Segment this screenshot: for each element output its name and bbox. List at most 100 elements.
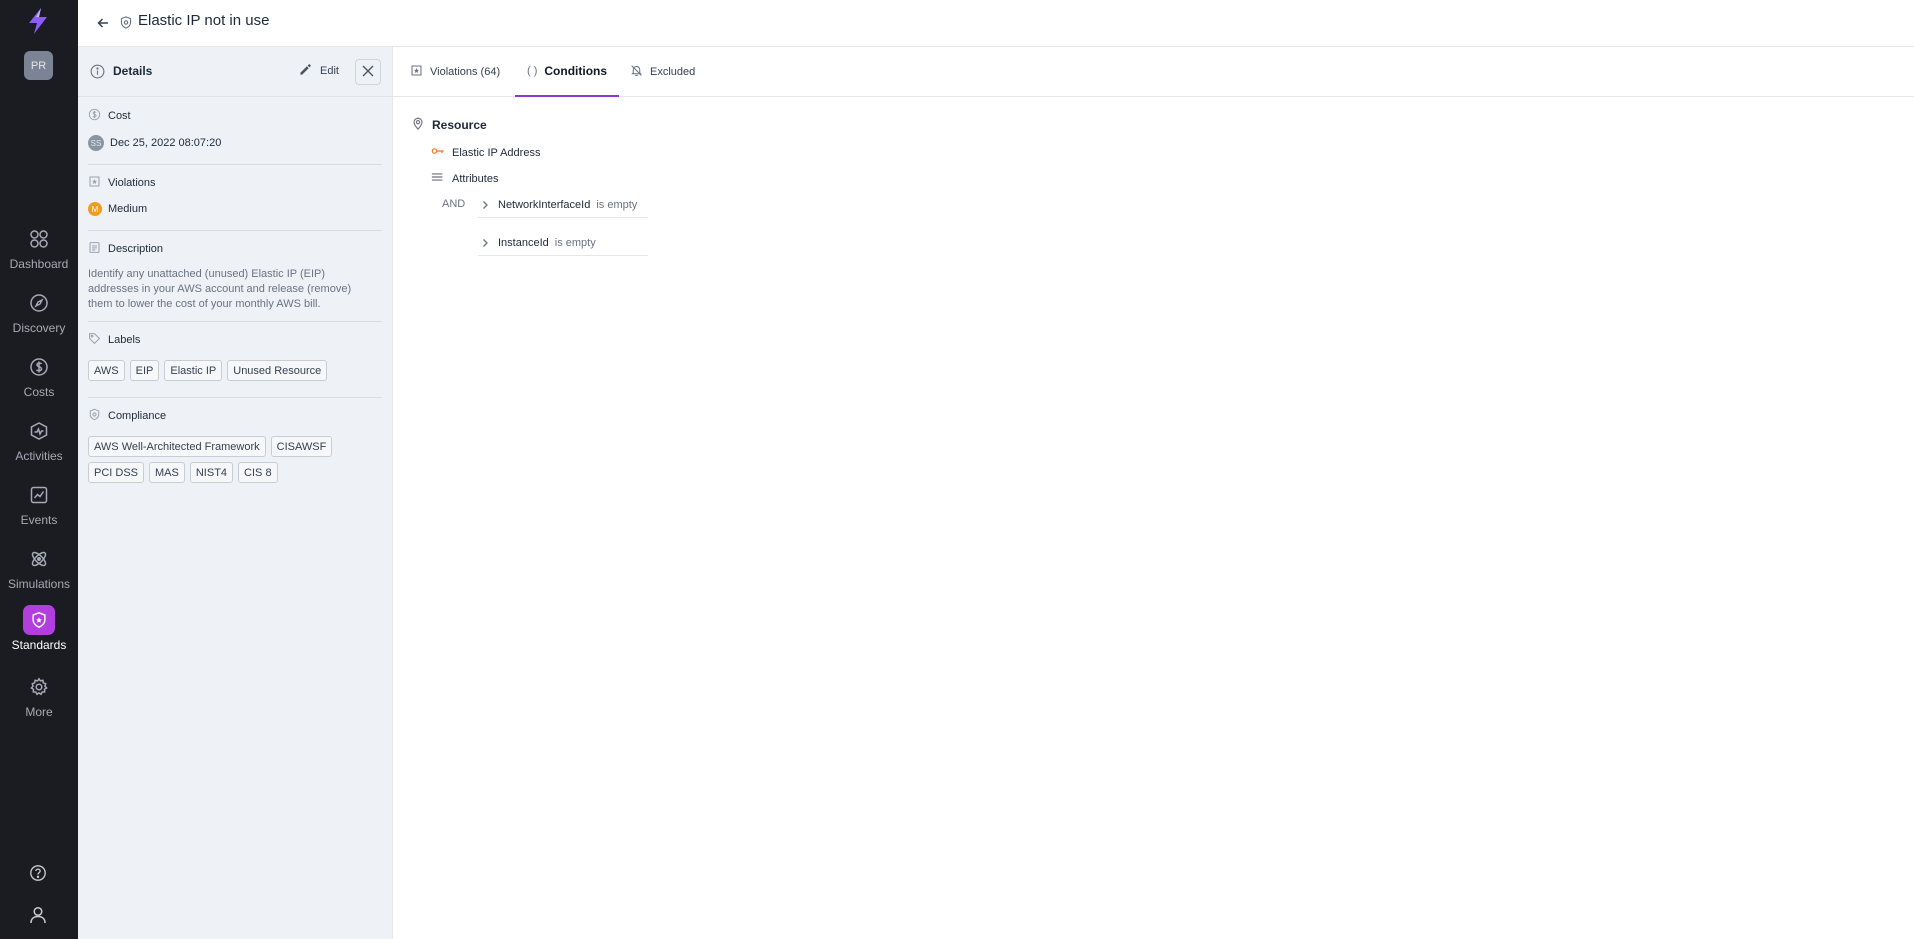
compliance-tag[interactable]: NIST4 [189, 462, 234, 483]
compliance-tag[interactable]: CIS 8 [238, 462, 278, 483]
location-pin-icon [411, 116, 425, 134]
compliance-section: Compliance AWS Well-Architected Framewor… [88, 408, 382, 483]
description-section: Description Identify any unattached (unu… [88, 241, 382, 312]
severity-badge: M [88, 202, 102, 216]
condition-field: NetworkInterfaceId [498, 198, 591, 211]
compass-icon [23, 288, 55, 318]
labels-list: AWS EIP Elastic IP Unused Resource [88, 360, 382, 381]
user-avatar: SS [88, 135, 104, 151]
conditions-panel: Resource Elastic IP Address Attributes A… [393, 97, 1914, 939]
attributes-row: Attributes [431, 172, 498, 185]
nav-label: Activities [15, 449, 63, 463]
user-profile-icon[interactable] [24, 901, 52, 929]
chart-icon [23, 480, 55, 510]
cost-section: Cost SS Dec 25, 2022 08:07:20 [88, 108, 382, 151]
key-icon [431, 146, 445, 159]
list-icon [431, 172, 445, 185]
label-tag[interactable]: EIP [129, 360, 160, 381]
app-logo-icon[interactable] [24, 6, 52, 36]
section-heading: Labels [108, 334, 141, 346]
atom-icon [23, 544, 55, 574]
nav-item-discovery[interactable]: Discovery [0, 288, 78, 344]
nav-item-more[interactable]: More [0, 672, 78, 728]
compliance-tag[interactable]: CISAWSF [270, 436, 333, 457]
nav-label: Standards [11, 638, 67, 652]
label-tag[interactable]: AWS [88, 360, 125, 381]
cost-date: Dec 25, 2022 08:07:20 [110, 137, 222, 149]
compliance-list: AWS Well-Architected Framework CISAWSF P… [88, 436, 382, 483]
nav-item-simulations[interactable]: Simulations [0, 544, 78, 600]
chevron-right-icon[interactable] [478, 238, 492, 248]
divider [88, 321, 382, 322]
tag-icon [88, 332, 101, 348]
chevron-right-icon[interactable] [478, 200, 492, 210]
tab-violations[interactable]: Violations (64) [398, 47, 512, 97]
violations-icon [88, 175, 101, 191]
tab-conditions[interactable]: ( ) Conditions [515, 47, 620, 97]
nav-item-activities[interactable]: Activities [0, 416, 78, 472]
pencil-icon [299, 63, 312, 79]
violations-section: Violations M Medium [88, 175, 382, 216]
section-heading: Cost [108, 110, 131, 122]
details-panel: Details Edit Cost SS Dec 25, 2022 08:07:… [78, 47, 393, 939]
tab-label: Excluded [650, 66, 696, 78]
labels-section: Labels AWS EIP Elastic IP Unused Resourc… [88, 332, 382, 381]
condition-operator: is empty [596, 198, 638, 211]
compliance-tag[interactable]: AWS Well-Architected Framework [88, 436, 266, 457]
divider [88, 397, 382, 398]
dollar-icon [88, 108, 101, 124]
dashboard-icon [23, 224, 55, 254]
nav-label: Discovery [12, 321, 66, 335]
nav-label: Costs [23, 385, 55, 399]
nav-label: Simulations [7, 577, 71, 591]
close-icon [362, 65, 374, 80]
condition-rule[interactable]: InstanceId is empty [478, 230, 648, 256]
close-panel-button[interactable] [355, 59, 381, 85]
resource-type: Elastic IP Address [452, 146, 541, 159]
nav-item-standards[interactable]: Standards [0, 605, 78, 661]
label-tag[interactable]: Unused Resource [227, 360, 328, 381]
nav-item-dashboard[interactable]: Dashboard [0, 224, 78, 280]
compliance-tag[interactable]: PCI DSS [88, 462, 145, 483]
page-title: Elastic IP not in use [138, 12, 270, 29]
resource-heading: Resource [432, 118, 487, 132]
tab-excluded[interactable]: Excluded [618, 47, 707, 97]
edit-button[interactable]: Edit [299, 61, 339, 81]
edit-label: Edit [320, 65, 339, 77]
bell-off-icon [630, 64, 643, 80]
attributes-label: Attributes [452, 172, 499, 185]
details-panel-header: Details Edit [78, 47, 393, 97]
left-navigation: PR Dashboard Discovery Costs Activities … [0, 0, 78, 939]
details-title: Details [113, 64, 153, 78]
page-header: Elastic IP not in use [78, 0, 1914, 47]
dollar-icon [23, 352, 55, 382]
help-icon[interactable] [24, 859, 52, 887]
description-text: Identify any unattached (unused) Elastic… [88, 267, 382, 312]
description-line: them to lower the cost of your monthly A… [88, 298, 321, 310]
info-icon [90, 64, 105, 82]
nav-item-events[interactable]: Events [0, 480, 78, 536]
tab-label: Violations (64) [430, 66, 501, 78]
violations-icon [410, 64, 423, 80]
nav-item-costs[interactable]: Costs [0, 352, 78, 408]
nav-label: Dashboard [9, 257, 69, 271]
severity-label: Medium [108, 203, 148, 215]
shield-icon [23, 605, 55, 635]
logic-operator: AND [442, 198, 466, 210]
resource-type-row[interactable]: Elastic IP Address [431, 146, 540, 159]
condition-operator: is empty [554, 236, 596, 249]
compliance-tag[interactable]: MAS [149, 462, 185, 483]
back-arrow-icon[interactable] [92, 12, 114, 34]
braces-icon: ( ) [527, 65, 538, 77]
resource-heading-row: Resource [411, 116, 487, 134]
shield-icon [88, 408, 101, 424]
nav-label: Events [20, 513, 58, 527]
condition-field: InstanceId [498, 236, 549, 249]
condition-rule[interactable]: NetworkInterfaceId is empty [478, 192, 648, 218]
gear-icon [23, 672, 55, 702]
workspace-avatar[interactable]: PR [24, 51, 53, 80]
label-tag[interactable]: Elastic IP [164, 360, 223, 381]
section-heading: Violations [108, 177, 156, 189]
tab-bar: Violations (64) ( ) Conditions Excluded [393, 47, 1914, 97]
divider [88, 164, 382, 165]
